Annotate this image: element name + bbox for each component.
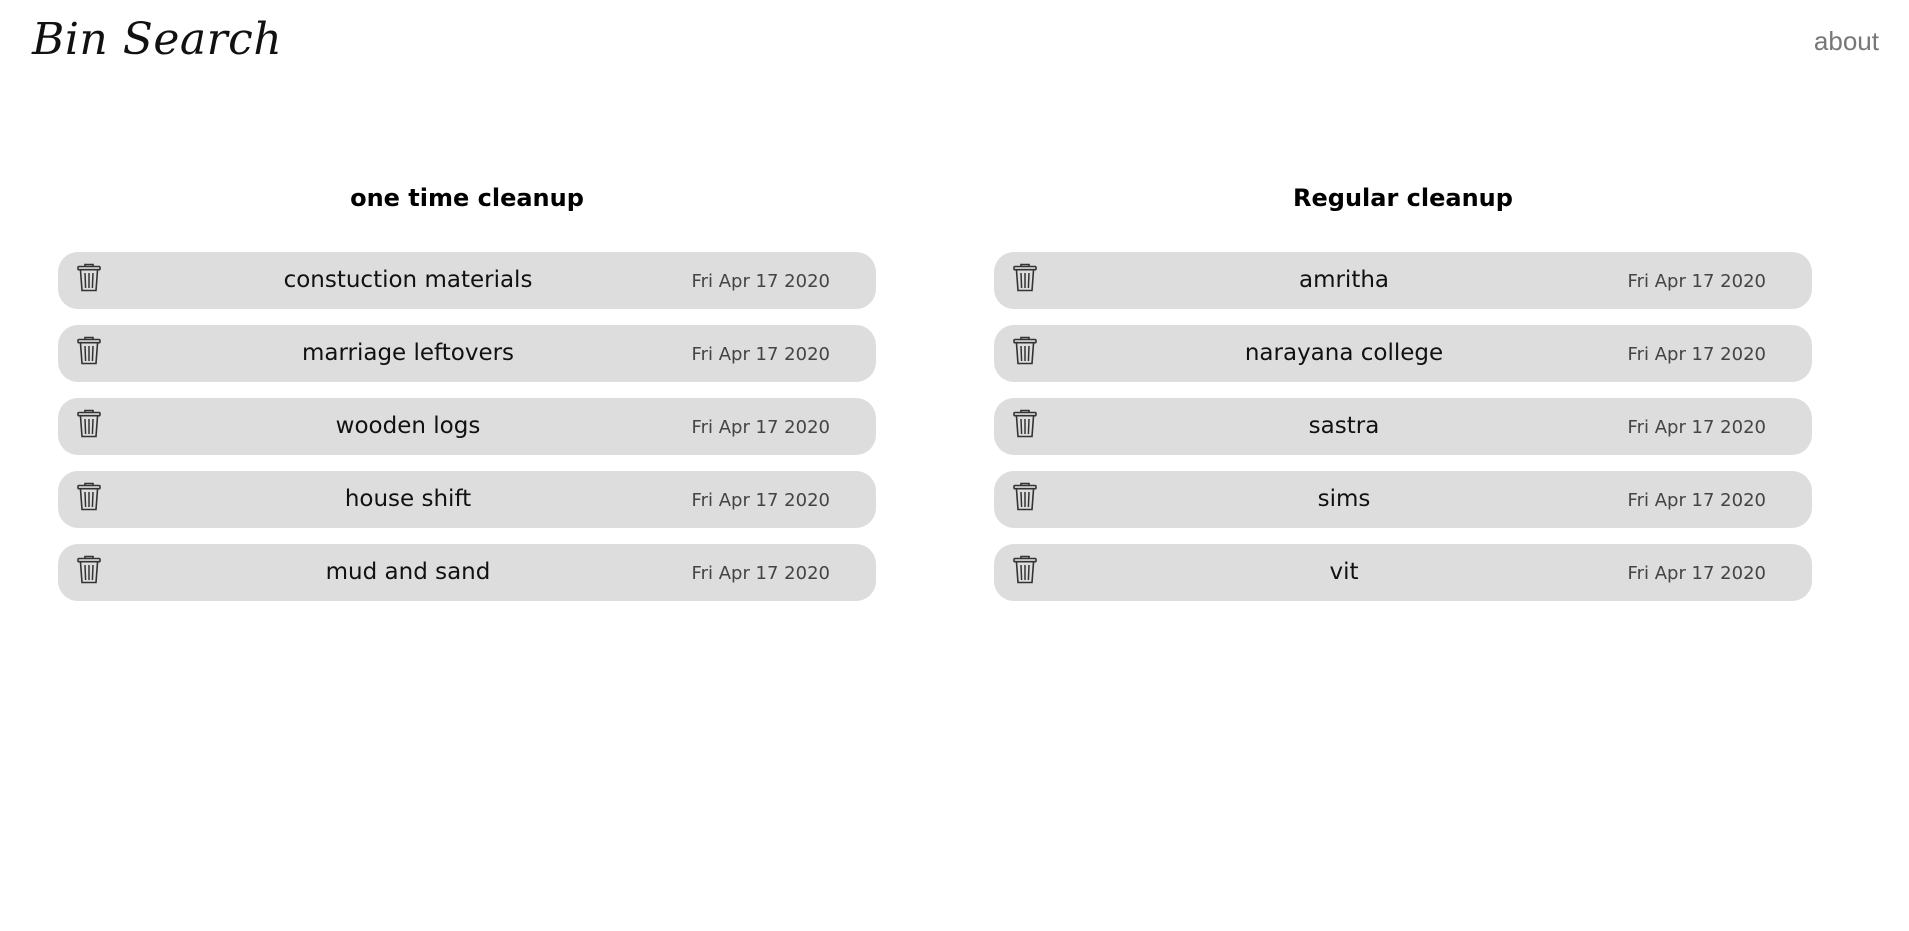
item-name: sims [1317,486,1371,512]
list-item[interactable]: sims Fri Apr 17 2020 [994,471,1812,528]
list-item[interactable]: wooden logs Fri Apr 17 2020 [58,398,876,455]
about-link[interactable]: about [1814,26,1879,57]
item-date: Fri Apr 17 2020 [691,490,830,511]
logo[interactable]: Bin Search [32,14,282,65]
item-date: Fri Apr 17 2020 [691,344,830,365]
item-date: Fri Apr 17 2020 [1627,417,1766,438]
item-name: vit [1329,559,1359,585]
item-name: sastra [1308,413,1380,439]
header: Bin Search about [0,0,1909,90]
list-item[interactable]: constuction materials Fri Apr 17 2020 [58,252,876,309]
list-item[interactable]: narayana college Fri Apr 17 2020 [994,325,1812,382]
item-name: wooden logs [335,413,481,439]
cleanup-list: amritha Fri Apr 17 2020 narayana college… [994,252,1812,601]
item-date: Fri Apr 17 2020 [1627,344,1766,365]
one-time-cleanup-column: one time cleanup constuction materials F… [58,180,876,601]
list-item[interactable]: vit Fri Apr 17 2020 [994,544,1812,601]
list-item[interactable]: house shift Fri Apr 17 2020 [58,471,876,528]
regular-cleanup-column: Regular cleanup amritha Fri Apr 17 2020 … [994,180,1812,601]
list-item[interactable]: mud and sand Fri Apr 17 2020 [58,544,876,601]
item-name: mud and sand [325,559,491,585]
column-title: one time cleanup [350,184,584,212]
item-date: Fri Apr 17 2020 [691,417,830,438]
item-name: amritha [1298,267,1390,293]
item-date: Fri Apr 17 2020 [691,271,830,292]
item-name: narayana college [1244,340,1444,366]
item-name: constuction materials [283,267,533,293]
item-date: Fri Apr 17 2020 [1627,271,1766,292]
list-item[interactable]: sastra Fri Apr 17 2020 [994,398,1812,455]
item-date: Fri Apr 17 2020 [1627,490,1766,511]
item-date: Fri Apr 17 2020 [1627,563,1766,584]
list-item[interactable]: marriage leftovers Fri Apr 17 2020 [58,325,876,382]
cleanup-list: constuction materials Fri Apr 17 2020 ma… [58,252,876,601]
item-date: Fri Apr 17 2020 [691,563,830,584]
list-item[interactable]: amritha Fri Apr 17 2020 [994,252,1812,309]
column-title: Regular cleanup [1293,184,1513,212]
item-name: house shift [344,486,472,512]
item-name: marriage leftovers [301,340,515,366]
